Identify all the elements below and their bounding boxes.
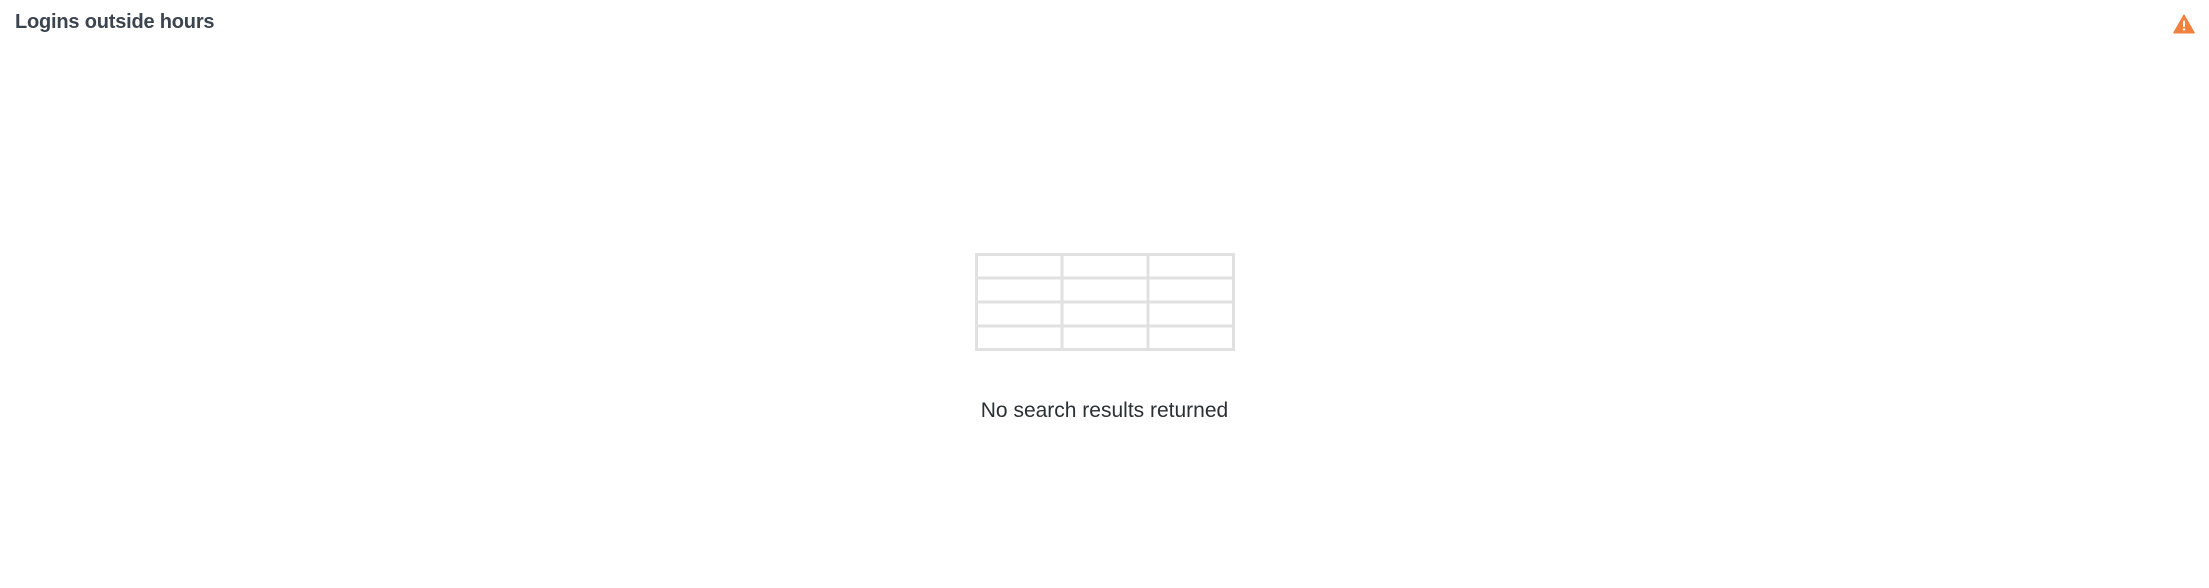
panel-title: Logins outside hours [15,11,215,33]
empty-table-icon [974,253,1235,351]
warning-icon[interactable] [2173,14,2195,34]
empty-results-message: No search results returned [980,399,1229,422]
dashboard-panel: Logins outside hours No search results r… [0,0,2209,588]
empty-state: No search results returned [0,253,2209,423]
